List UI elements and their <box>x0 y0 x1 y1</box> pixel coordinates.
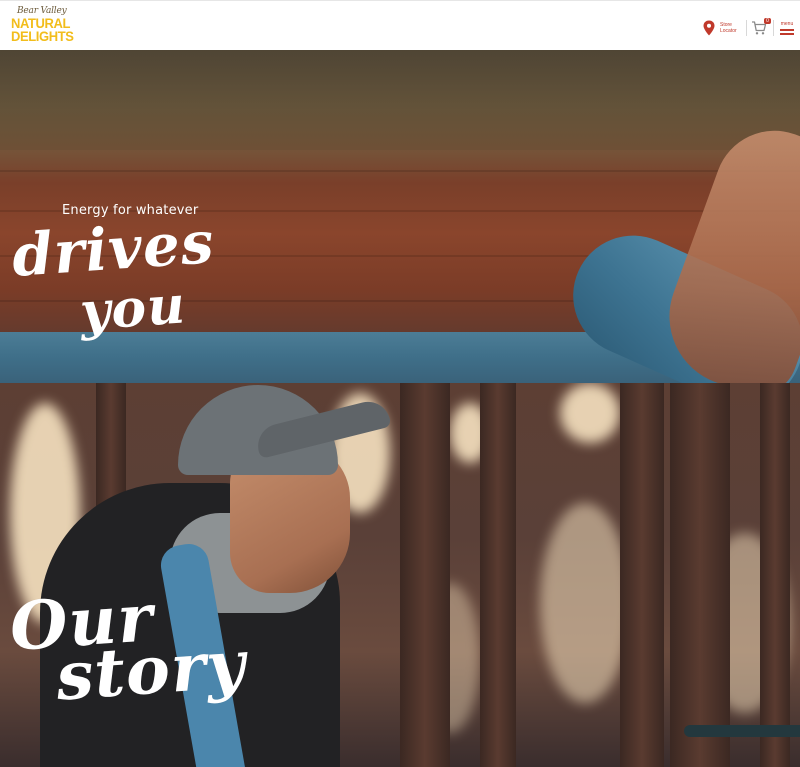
tree-trunk <box>480 383 516 767</box>
floor-plank-line <box>0 170 800 172</box>
story-script-story: story <box>53 624 249 716</box>
map-pin-icon <box>703 20 715 36</box>
hero-our-story[interactable]: Our story <box>0 383 800 767</box>
cart-button[interactable]: 0 <box>751 18 771 36</box>
tree-trunk <box>620 383 664 767</box>
nav-divider <box>773 20 774 36</box>
tree-trunk <box>670 383 730 767</box>
store-locator-label: Store Locator <box>720 22 737 34</box>
header-nav: Store Locator 0 menu <box>702 17 796 39</box>
sunlight-bokeh <box>540 503 630 703</box>
hero-background-wall <box>0 50 800 150</box>
cart-count-badge: 0 <box>764 18 771 24</box>
logo-script-text: Bear Valley <box>17 6 67 16</box>
tree-trunk <box>760 383 790 767</box>
menu-button[interactable]: menu <box>778 21 796 35</box>
store-locator-link[interactable]: Store Locator <box>702 17 746 39</box>
hero-drives-you[interactable]: Energy for whatever drives you <box>0 50 800 383</box>
bike-handlebar-shape <box>684 725 800 737</box>
brand-logo[interactable]: Bear Valley NATURAL DELIGHTS <box>11 6 74 46</box>
hamburger-menu-icon <box>780 27 794 35</box>
hero-script-drives: drives <box>9 208 217 290</box>
tree-trunk <box>400 383 450 767</box>
logo-line-delights: DELIGHTS <box>11 28 74 45</box>
site-header: Bear Valley NATURAL DELIGHTS Store Locat… <box>0 0 800 50</box>
hero-script-you: you <box>78 274 188 343</box>
sunlight-bokeh <box>560 383 620 443</box>
nav-divider <box>746 20 747 36</box>
